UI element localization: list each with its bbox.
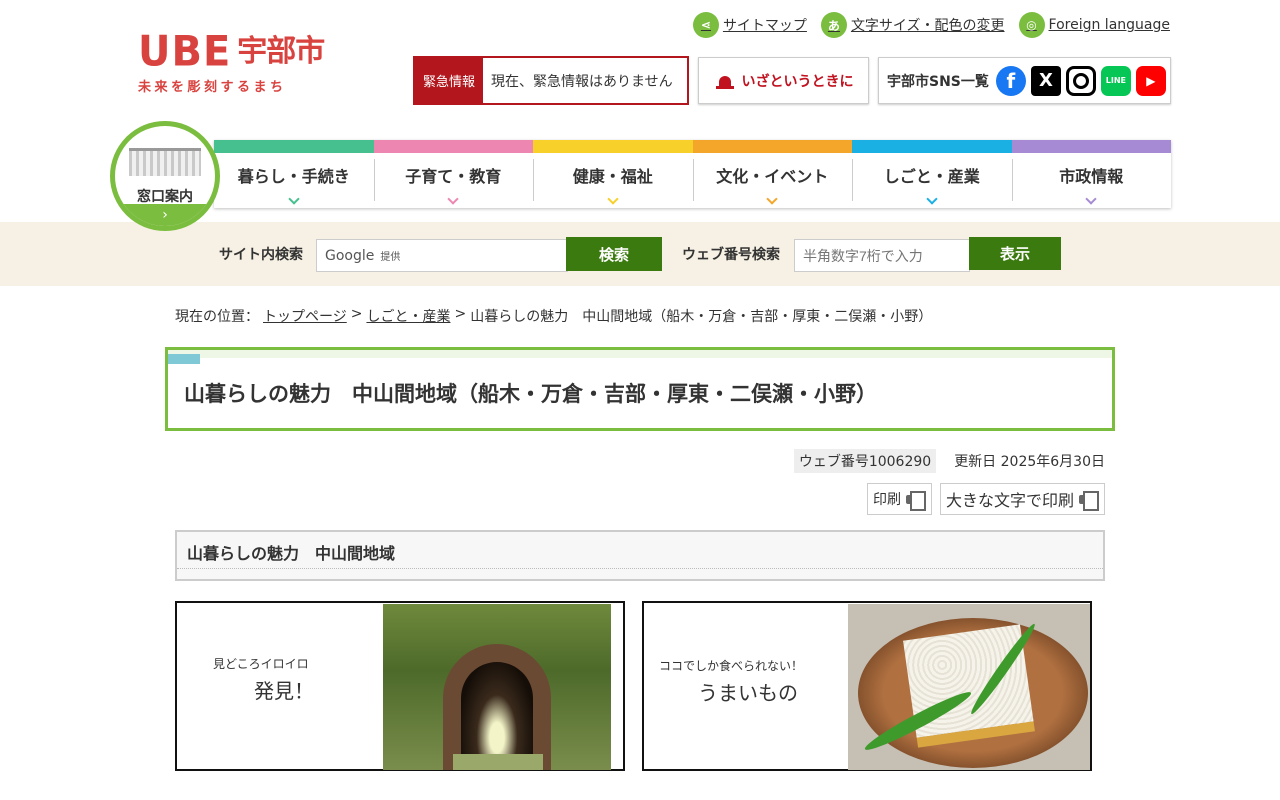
site-search-label: サイト内検索 xyxy=(219,247,303,263)
breadcrumb-separator: > xyxy=(454,306,467,322)
card-big-text: うまいもの xyxy=(698,681,798,705)
title-tag xyxy=(168,354,200,364)
sitemap-link[interactable]: ⋖ サイトマップ xyxy=(692,12,807,38)
globe-icon: ◎ xyxy=(1018,12,1045,38)
izato-button[interactable]: いざというときに xyxy=(698,57,869,104)
text-size-color-link[interactable]: あ 文字サイズ・配色の変更 xyxy=(820,12,1005,38)
printer-icon xyxy=(905,491,926,511)
breadcrumb-link-top[interactable]: トップページ xyxy=(263,306,347,326)
siren-icon xyxy=(714,72,736,90)
chevron-down-icon xyxy=(288,193,300,205)
city-logo[interactable]: UBE 宇部市 未来を彫刻するまち xyxy=(138,26,328,98)
madoguchi-button[interactable]: 窓口案内 › xyxy=(110,121,220,231)
gnav-label: 市政情報 xyxy=(1059,167,1124,186)
emergency-label: 緊急情報 xyxy=(415,58,483,103)
google-logo: Google xyxy=(325,247,375,264)
instagram-icon[interactable] xyxy=(1065,65,1096,96)
web-number: ウェブ番号1006290 xyxy=(793,449,937,473)
sushi-photo xyxy=(848,604,1090,770)
page-meta: ウェブ番号1006290 更新日 2025年6月30日 xyxy=(793,449,1105,473)
gnav-item-bunka[interactable]: 文化・イベント xyxy=(692,140,852,208)
breadcrumb: 現在の位置： トップページ > しごと・産業 > 山暮らしの魅力 中山間地域（船… xyxy=(175,306,932,326)
card-small-text: 見どころイロイロ xyxy=(213,657,309,671)
sitemap-label: サイトマップ xyxy=(722,18,807,34)
gnav-label: 暮らし・手続き xyxy=(237,167,350,186)
card-big-text: 発見！ xyxy=(254,679,314,703)
print-buttons: 印刷 大きな文字で印刷 xyxy=(866,483,1105,515)
chevron-down-icon xyxy=(766,193,778,205)
google-provided: 提供 xyxy=(380,252,401,263)
card-hakken[interactable]: 見どころイロイロ 発見！ xyxy=(175,601,625,771)
gnav-label: 健康・福祉 xyxy=(572,167,653,186)
site-search-input[interactable]: Google 提供 xyxy=(316,239,568,272)
sns-list: 宇部市SNS一覧 f X LINE ▶ xyxy=(878,57,1171,104)
print-large-label: 大きな文字で印刷 xyxy=(945,491,1074,510)
foreign-language-label: Foreign language xyxy=(1048,17,1170,33)
foreign-language-link[interactable]: ◎ Foreign language xyxy=(1018,12,1170,38)
gnav-item-shigoto[interactable]: しごと・産業 xyxy=(852,140,1012,208)
chevron-right-icon: › xyxy=(115,204,215,226)
utility-links: ⋖ サイトマップ あ 文字サイズ・配色の変更 ◎ Foreign languag… xyxy=(692,12,1170,38)
emergency-info[interactable]: 緊急情報 現在、緊急情報はありません xyxy=(413,56,689,105)
card-small-text: ココでしか食べられない！ xyxy=(659,659,804,673)
emergency-text: 現在、緊急情報はありません xyxy=(491,73,673,90)
logo-city-name: 宇部市 xyxy=(237,34,325,69)
global-nav: 暮らし・手続き 子育て・教育 健康・福祉 文化・イベント しごと・産業 市政情報 xyxy=(214,140,1171,208)
youtube-icon[interactable]: ▶ xyxy=(1135,65,1166,96)
print-large-button[interactable]: 大きな文字で印刷 xyxy=(939,483,1105,515)
updated-date: 更新日 2025年6月30日 xyxy=(954,454,1105,470)
web-number-label: ウェブ番号検索 xyxy=(682,247,780,263)
gnav-item-kurashi[interactable]: 暮らし・手続き xyxy=(214,140,374,208)
dotted-divider xyxy=(177,568,1103,569)
card-umaimono[interactable]: ココでしか食べられない！ うまいもの xyxy=(642,601,1092,771)
gnav-label: 子育て・教育 xyxy=(405,167,502,186)
web-number-button[interactable]: 表示 xyxy=(969,237,1061,270)
chevron-down-icon xyxy=(607,193,619,205)
text-size-icon: あ xyxy=(820,12,847,38)
gnav-item-kenko[interactable]: 健康・福祉 xyxy=(533,140,693,208)
madoguchi-label: 窓口案内 xyxy=(137,189,193,205)
site-search-button[interactable]: 検索 xyxy=(566,237,662,271)
page-title-box: 山暮らしの魅力 中山間地域（船木・万倉・吉部・厚東・二俣瀬・小野） xyxy=(165,347,1115,431)
web-number-input[interactable] xyxy=(794,239,970,272)
printer-icon xyxy=(1079,491,1099,511)
print-button[interactable]: 印刷 xyxy=(866,483,932,515)
logo-tagline: 未来を彫刻するまち xyxy=(138,80,287,95)
search-band: サイト内検索 Google 提供 検索 ウェブ番号検索 表示 xyxy=(0,222,1280,286)
chevron-down-icon xyxy=(447,193,459,205)
breadcrumb-prefix: 現在の位置： xyxy=(175,309,259,325)
chevron-down-icon xyxy=(1085,193,1097,205)
print-label: 印刷 xyxy=(872,492,901,508)
x-icon[interactable]: X xyxy=(1030,65,1061,96)
sns-label: 宇部市SNS一覧 xyxy=(887,73,989,90)
gnav-item-shisei[interactable]: 市政情報 xyxy=(1011,140,1171,208)
facebook-icon[interactable]: f xyxy=(995,65,1026,96)
breadcrumb-separator: > xyxy=(350,306,363,322)
gnav-label: 文化・イベント xyxy=(716,167,829,186)
page-title: 山暮らしの魅力 中山間地域（船木・万倉・吉部・厚東・二俣瀬・小野） xyxy=(184,382,877,406)
building-icon xyxy=(129,148,201,176)
share-icon: ⋖ xyxy=(692,12,719,38)
line-icon[interactable]: LINE xyxy=(1100,65,1131,96)
tunnel-photo xyxy=(383,604,611,770)
gnav-item-kosodate[interactable]: 子育て・教育 xyxy=(373,140,533,208)
chevron-down-icon xyxy=(926,193,938,205)
title-band xyxy=(168,350,1112,358)
section-heading: 山暮らしの魅力 中山間地域 xyxy=(175,530,1105,581)
breadcrumb-current: 山暮らしの魅力 中山間地域（船木・万倉・吉部・厚東・二俣瀬・小野） xyxy=(470,309,933,325)
izato-label: いざというときに xyxy=(741,73,854,90)
section-heading-text: 山暮らしの魅力 中山間地域 xyxy=(187,544,396,563)
tunnel-path xyxy=(453,754,543,770)
gnav-label: しごと・産業 xyxy=(883,167,980,186)
breadcrumb-link-shigoto[interactable]: しごと・産業 xyxy=(366,306,450,326)
text-size-label: 文字サイズ・配色の変更 xyxy=(850,18,1005,34)
logo-ube: UBE xyxy=(138,27,232,77)
